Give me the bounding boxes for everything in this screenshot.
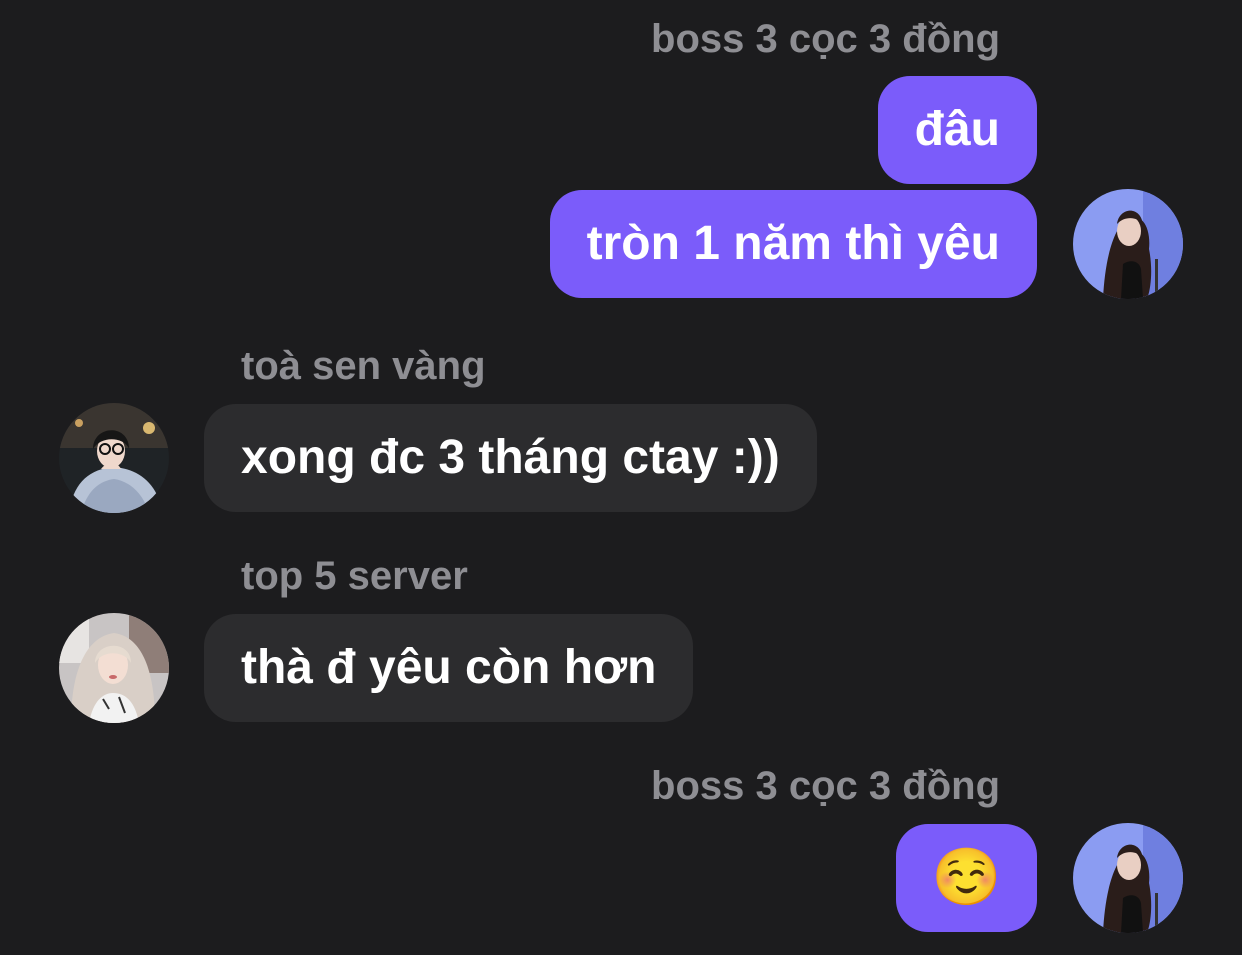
avatar[interactable] [1073, 823, 1183, 933]
message-bubble[interactable]: tròn 1 năm thì yêu [549, 190, 1037, 298]
avatar[interactable] [1073, 189, 1183, 299]
avatar[interactable] [59, 613, 169, 723]
sender-name: top 5 server [241, 554, 468, 598]
message-bubble[interactable]: thà đ yêu còn hơn [204, 614, 694, 722]
avatar-photo-icon [1073, 189, 1183, 299]
sender-name: boss 3 cọc 3 đồng [651, 17, 1000, 61]
avatar-photo-icon [59, 403, 169, 513]
sender-name: boss 3 cọc 3 đồng [651, 764, 1000, 808]
emoji-message-bubble[interactable]: ☺️ [896, 824, 1037, 932]
message-bubble[interactable]: đâu [877, 76, 1037, 184]
avatar[interactable] [59, 403, 169, 513]
message-bubble[interactable]: xong đc 3 tháng ctay :)) [204, 404, 817, 512]
sender-name: toà sen vàng [241, 344, 486, 388]
chat-thread: boss 3 cọc 3 đồng đâu tròn 1 năm thì yêu… [0, 0, 1242, 955]
avatar-photo-icon [59, 613, 169, 723]
smiling-face-emoji: ☺️ [931, 845, 1002, 910]
avatar-photo-icon [1073, 823, 1183, 933]
